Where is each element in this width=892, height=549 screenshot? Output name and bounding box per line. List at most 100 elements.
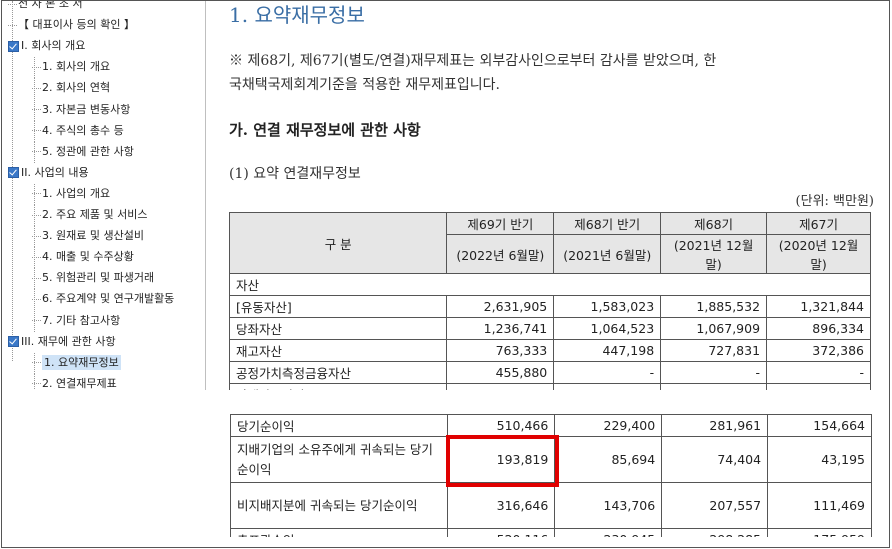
sidebar-item[interactable]: 1. 사업의 개요	[32, 184, 110, 204]
sidebar-item[interactable]: 3. 원재료 및 생산설비	[32, 226, 144, 246]
sidebar-item[interactable]: 1. 요약재무정보	[32, 353, 121, 373]
sidebar-item[interactable]: 2. 회사의 연혁	[32, 78, 110, 98]
sidebar-item[interactable]: I. 회사의 개요	[8, 36, 85, 56]
table-row: 비지배지분에 귀속되는 당기순이익 316,646 143,706 207,557 11…	[230, 482, 872, 529]
value-cell: 2,631,905	[446, 295, 555, 318]
sidebar-item[interactable]: 7. 기타 참고사항	[32, 311, 120, 331]
value-cell: 207,557	[661, 482, 769, 529]
tree-guide	[34, 78, 35, 100]
value-cell: 316,646	[447, 482, 556, 529]
sidebar-item-label: 1. 요약재무정보	[42, 354, 121, 370]
screenshot-gap	[2, 394, 889, 410]
sidebar-item[interactable]: 2. 주요 제품 및 서비스	[32, 205, 147, 225]
value-cell: -	[446, 383, 555, 390]
section-heading: 가. 연결 재무정보에 관한 사항	[229, 121, 421, 139]
highlight-box	[445, 434, 559, 487]
sidebar-item[interactable]: 5. 정관에 관한 사항	[32, 142, 134, 162]
header-date: (2022년 6월말)	[446, 234, 555, 274]
sidebar-item[interactable]: 6. 주요계약 및 연구개발활동	[32, 289, 174, 309]
tree-guide	[34, 99, 35, 121]
sidebar-item[interactable]: 3. 자본금 변동사항	[32, 100, 130, 120]
table-row: 재고자산 763,333 447,198 727,831 372,386	[228, 339, 871, 362]
subsection-heading: (1) 요약 연결재무정보	[229, 166, 361, 182]
document-viewer: 전 자 본 조 서 【 대표이사 등의 확인 】 I. 회사의 개요 1. 회사의 개…	[1, 0, 890, 548]
sidebar-item[interactable]: 1. 회사의 개요	[32, 57, 110, 77]
tree-guide	[34, 289, 35, 311]
row-label: 파생상품자산	[228, 383, 448, 390]
value-cell: 1,064,523	[553, 317, 662, 340]
value-cell: 143,706	[554, 482, 663, 529]
sidebar-item-label: III. 재무에 관한 사항	[21, 334, 116, 348]
sidebar-item-label: 7. 기타 참고사항	[42, 313, 121, 327]
tree-guide	[34, 247, 35, 269]
header-period: 제67기	[766, 212, 871, 235]
value-cell: 298,285	[661, 528, 769, 537]
sidebar-item[interactable]: III. 재무에 관한 사항	[8, 332, 116, 352]
checkbox-icon[interactable]	[8, 167, 19, 179]
header-date: (2020년 12월말)	[766, 234, 871, 274]
tree-guide	[34, 373, 35, 390]
sidebar-item-label: 4. 주식의 총수 등	[42, 123, 124, 137]
tree-guide	[34, 141, 35, 163]
value-cell: 896,334	[766, 317, 871, 340]
header-date: (2021년 6월말)	[553, 234, 662, 274]
row-label: 당기순이익	[230, 414, 449, 437]
sidebar-item-label: 1. 사업의 개요	[42, 186, 111, 200]
row-label: [유동자산]	[228, 295, 448, 318]
value-cell: 281,961	[661, 414, 769, 437]
sidebar-item-label: 1. 회사의 개요	[42, 60, 111, 74]
row-label: 재고자산	[228, 339, 448, 362]
section-row: 자산	[229, 273, 871, 296]
value-cell: 727,831	[660, 339, 768, 362]
value-cell: 74,404	[661, 436, 769, 483]
value-cell: 1,321,844	[766, 295, 871, 318]
header-period: 제68기 반기	[553, 212, 662, 235]
sidebar-item[interactable]: 전 자 본 조 서	[8, 1, 83, 14]
sidebar-item-label: 4. 매출 및 수주상황	[42, 250, 134, 264]
sidebar-item[interactable]: 2. 연결재무제표	[32, 374, 117, 390]
tree-connector	[8, 24, 17, 26]
header-category: 구 분	[228, 212, 448, 274]
sidebar-item-label: II. 사업의 내용	[21, 165, 89, 179]
sidebar-item[interactable]: 【 대표이사 등의 확인 】	[8, 15, 135, 35]
sidebar-item-label: 전 자 본 조 서	[18, 1, 83, 10]
sidebar-item-label: 6. 주요계약 및 연구개발활동	[42, 292, 175, 306]
audit-note: ※ 제68기, 제67기(별도/연결)재무제표는 외부감사인으로부터 감사를 받…	[229, 49, 789, 97]
sidebar-item-label: 2. 연결재무제표	[42, 376, 117, 390]
sidebar-item-label: 5. 위험관리 및 파생거래	[42, 271, 155, 285]
value-cell: 372,386	[766, 339, 871, 362]
value-cell: -	[660, 361, 768, 384]
tree-guide	[34, 268, 35, 290]
value-cell: 1,356	[660, 383, 768, 390]
sidebar-item-label: 3. 자본금 변동사항	[42, 102, 131, 116]
sidebar-item[interactable]: 5. 위험관리 및 파생거래	[32, 268, 154, 288]
unit-label: (단위: 백만원)	[795, 194, 874, 209]
value-cell: 1,067,909	[660, 317, 768, 340]
value-cell: 510,466	[447, 414, 556, 437]
table-row: 파생상품자산-131,3561,378	[228, 383, 871, 390]
audit-note-line: ※ 제68기, 제67기(별도/연결)재무제표는 외부감사인으로부터 감사를 받…	[229, 53, 717, 69]
tree-guide	[34, 352, 35, 374]
checkbox-icon[interactable]	[8, 40, 19, 52]
sidebar-item[interactable]: II. 사업의 내용	[8, 163, 89, 183]
table-row: [유동자산] 2,631,905 1,583,023 1,885,532 1,321,8…	[228, 295, 871, 318]
value-cell: 43,195	[767, 436, 872, 483]
tree-guide	[34, 183, 35, 205]
value-cell: 229,400	[554, 414, 663, 437]
sidebar-item[interactable]: 4. 주식의 총수 등	[32, 121, 124, 141]
row-label: 총포괄손익	[230, 528, 449, 537]
tree-guide	[34, 310, 35, 332]
header-period: 제68기	[660, 212, 768, 235]
sidebar-item[interactable]: 4. 매출 및 수주상황	[32, 247, 134, 267]
audit-note-line: 국채택국제회계기준을 적용한 재무제표입니다.	[229, 77, 500, 93]
toc-sidebar[interactable]: 전 자 본 조 서 【 대표이사 등의 확인 】 I. 회사의 개요 1. 회사의 개…	[2, 1, 206, 390]
value-cell: 154,664	[767, 414, 872, 437]
checkbox-icon[interactable]	[8, 336, 19, 348]
row-label: 비지배지분에 귀속되는 당기순이익	[230, 482, 449, 529]
tree-guide	[34, 226, 35, 248]
sidebar-item-label: 2. 회사의 연혁	[42, 81, 111, 95]
value-cell: -	[553, 361, 662, 384]
table-row: 당좌자산 1,236,741 1,064,523 1,067,909 896,334	[228, 317, 871, 340]
tree-guide	[34, 120, 35, 142]
value-cell: -	[766, 361, 871, 384]
